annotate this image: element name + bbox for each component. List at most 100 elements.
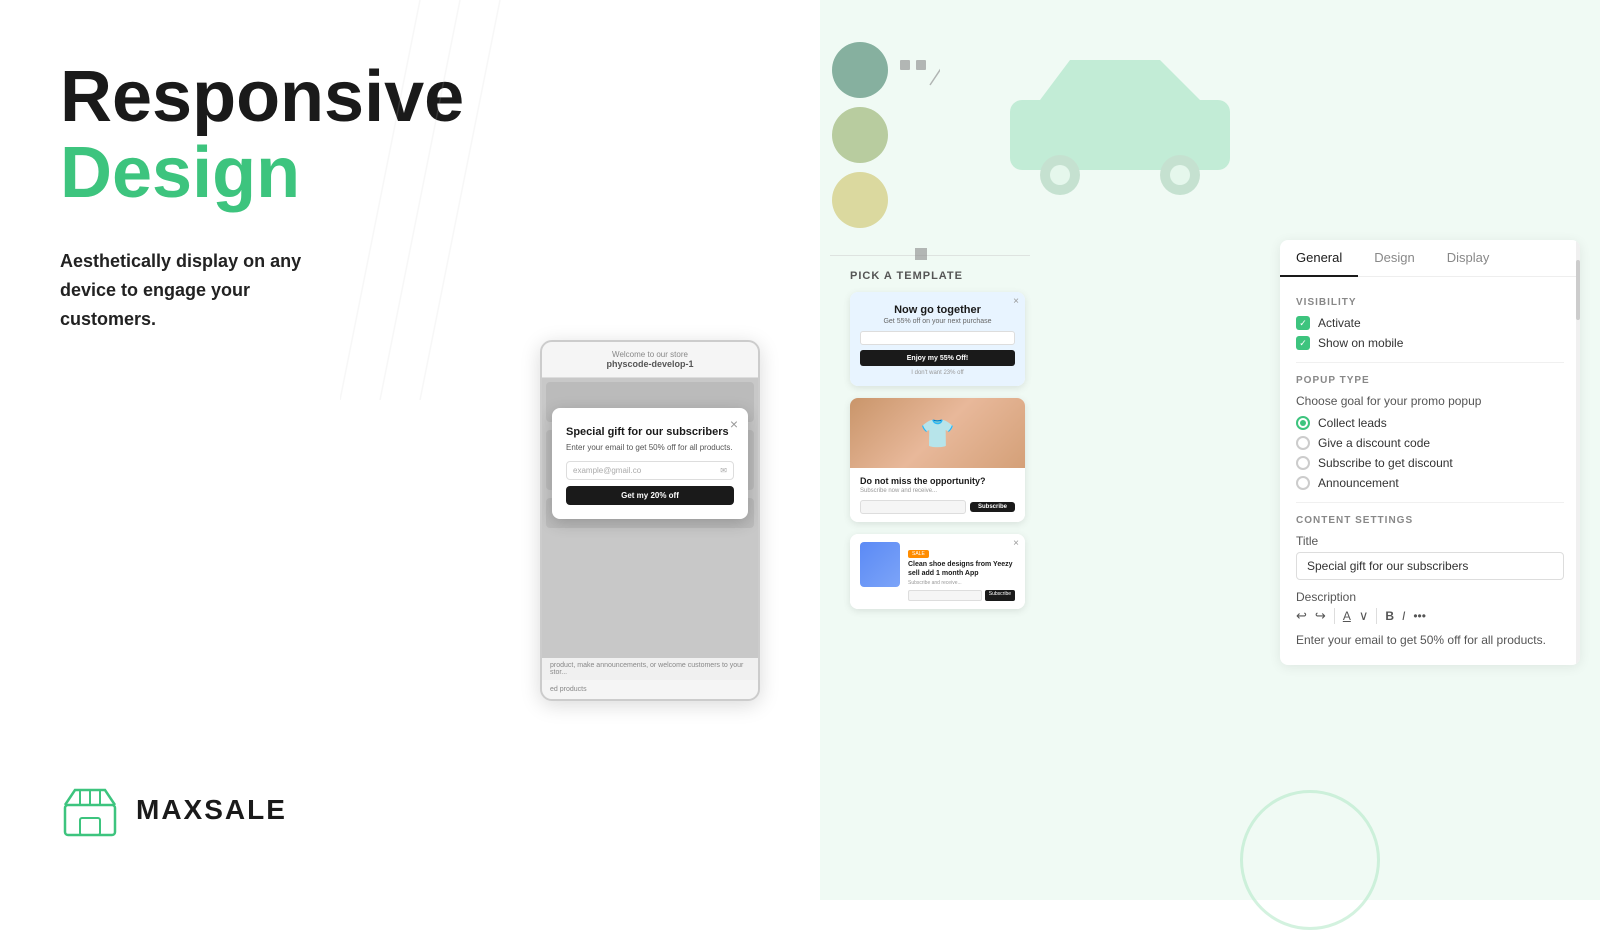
toolbar-divider-1 bbox=[1334, 608, 1335, 624]
scrollbar-thumb[interactable] bbox=[1576, 260, 1580, 320]
phone-footer: product, make announcements, or welcome … bbox=[542, 658, 758, 680]
content-settings-title: CONTENT SETTINGS bbox=[1296, 515, 1564, 526]
popup-type-description: Choose goal for your promo popup bbox=[1296, 394, 1564, 408]
square-indicator bbox=[915, 248, 927, 260]
radio-discount-code-label: Give a discount code bbox=[1318, 436, 1430, 450]
template-card-3-close[interactable]: × bbox=[1013, 538, 1019, 549]
store-url-display: physcode-develop-1 bbox=[552, 359, 748, 369]
phone-popup-close-icon[interactable]: × bbox=[730, 416, 738, 432]
deco-bottom-circle bbox=[1240, 790, 1380, 930]
logo-area: MAXSALE bbox=[60, 780, 287, 840]
phone-header: Welcome to our store physcode-develop-1 bbox=[542, 342, 758, 378]
title-field-label: Title bbox=[1296, 534, 1564, 548]
card3-input-row: Subscribe bbox=[908, 590, 1015, 601]
phone-popup-desc: Enter your email to get 50% off for all … bbox=[566, 442, 734, 453]
scrollbar-track bbox=[1576, 240, 1580, 665]
card3-sub: Subscribe and receive... bbox=[908, 580, 1015, 586]
show-mobile-checkbox[interactable]: ✓ bbox=[1296, 336, 1310, 350]
logo-text: MAXSALE bbox=[136, 794, 287, 826]
phone-mockup: Welcome to our store physcode-develop-1 … bbox=[540, 340, 760, 701]
card3-content: SALE Clean shoe designs from Yeezy sell … bbox=[908, 542, 1015, 601]
clothes-icon: 👕 bbox=[920, 417, 955, 450]
card3-submit-btn[interactable]: Subscribe bbox=[985, 590, 1015, 601]
radio-announcement-btn[interactable] bbox=[1296, 476, 1310, 490]
radio-announcement[interactable]: Announcement bbox=[1296, 476, 1564, 490]
deco-circles-svg bbox=[820, 30, 940, 230]
phone-popup-input[interactable]: example@gmail.co ✉ bbox=[566, 461, 734, 480]
settings-tabs: General Design Display bbox=[1280, 240, 1580, 277]
store-icon bbox=[60, 780, 120, 840]
description-toolbar: ↩ ↪ A ∨ B I ••• bbox=[1296, 608, 1564, 624]
card1-submit-btn[interactable]: Enjoy my 55% Off! bbox=[860, 350, 1015, 366]
divider-1 bbox=[1296, 362, 1564, 363]
card2-input-row: Subscribe bbox=[860, 500, 1015, 514]
tab-display[interactable]: Display bbox=[1431, 240, 1506, 277]
card1-email-input[interactable] bbox=[860, 331, 1015, 345]
tab-general[interactable]: General bbox=[1280, 240, 1358, 277]
phone-bottom-bar: ed products bbox=[542, 680, 758, 699]
radio-collect-leads-label: Collect leads bbox=[1318, 416, 1387, 430]
card2-body: Do not miss the opportunity? Subscribe n… bbox=[850, 468, 1025, 522]
template-section: PICK A TEMPLATE × Now go together Get 55… bbox=[840, 270, 1040, 609]
italic-btn[interactable]: I bbox=[1402, 609, 1405, 623]
activate-checkbox[interactable]: ✓ bbox=[1296, 316, 1310, 330]
radio-discount-code-btn[interactable] bbox=[1296, 436, 1310, 450]
store-name-display: Welcome to our store bbox=[552, 350, 748, 359]
title-field-input[interactable] bbox=[1296, 552, 1564, 580]
card2-inner: 👕 Do not miss the opportunity? Subscribe… bbox=[850, 398, 1025, 522]
template-card-3[interactable]: × SALE Clean shoe designs from Yeezy sel… bbox=[850, 534, 1025, 609]
template-card-1-close[interactable]: × bbox=[1013, 296, 1019, 307]
radio-subscribe-discount-btn[interactable] bbox=[1296, 456, 1310, 470]
redo-btn[interactable]: ↪ bbox=[1315, 608, 1326, 624]
template-card-2[interactable]: × 👕 Do not miss the opportunity? Subscri… bbox=[850, 398, 1025, 522]
phone-popup-submit-btn[interactable]: Get my 20% off bbox=[566, 486, 734, 505]
phone-popup-title: Special gift for our subscribers bbox=[566, 426, 734, 438]
phone-popup: × Special gift for our subscribers Enter… bbox=[552, 408, 748, 519]
card1-subtitle: Get 55% off on your next purchase bbox=[860, 318, 1015, 325]
card2-submit-btn[interactable]: Subscribe bbox=[970, 502, 1015, 512]
radio-discount-code[interactable]: Give a discount code bbox=[1296, 436, 1564, 450]
undo-btn[interactable]: ↩ bbox=[1296, 608, 1307, 624]
card2-sub: Subscribe now and receive... bbox=[860, 488, 1015, 494]
card3-email-input[interactable] bbox=[908, 590, 982, 601]
description-text: Enter your email to get 50% off for all … bbox=[1296, 632, 1564, 649]
card3-product-image bbox=[860, 542, 900, 587]
visibility-section-title: VISIBILITY bbox=[1296, 297, 1564, 308]
description-field-label: Description bbox=[1296, 590, 1564, 604]
show-mobile-label: Show on mobile bbox=[1318, 336, 1403, 350]
pick-template-label: PICK A TEMPLATE bbox=[840, 270, 1040, 282]
card3-sale-tag: SALE bbox=[908, 550, 929, 558]
phone-body: × Special gift for our subscribers Enter… bbox=[542, 378, 758, 658]
card3-inner: SALE Clean shoe designs from Yeezy sell … bbox=[850, 534, 1025, 609]
divider-2 bbox=[1296, 502, 1564, 503]
checkmark-icon-2: ✓ bbox=[1299, 338, 1307, 349]
activate-label: Activate bbox=[1318, 316, 1361, 330]
divider-line bbox=[830, 255, 1030, 256]
radio-collect-leads-btn[interactable] bbox=[1296, 416, 1310, 430]
card1-title: Now go together bbox=[860, 304, 1015, 316]
radio-subscribe-discount-label: Subscribe to get discount bbox=[1318, 456, 1453, 470]
settings-body: VISIBILITY ✓ Activate ✓ Show on mobile P… bbox=[1280, 277, 1580, 665]
more-options-btn[interactable]: ••• bbox=[1413, 609, 1426, 623]
template-cards: × Now go together Get 55% off on your ne… bbox=[840, 292, 1040, 609]
activate-checkbox-row[interactable]: ✓ Activate bbox=[1296, 316, 1564, 330]
settings-panel: General Design Display VISIBILITY ✓ Acti… bbox=[1280, 240, 1580, 665]
card1-inner: Now go together Get 55% off on your next… bbox=[850, 292, 1025, 386]
radio-subscribe-discount[interactable]: Subscribe to get discount bbox=[1296, 456, 1564, 470]
radio-collect-leads[interactable]: Collect leads bbox=[1296, 416, 1564, 430]
deco-car-svg bbox=[980, 20, 1280, 200]
phone-footer-text: product, make announcements, or welcome … bbox=[550, 662, 743, 676]
tab-design[interactable]: Design bbox=[1358, 240, 1430, 277]
template-card-1[interactable]: × Now go together Get 55% off on your ne… bbox=[850, 292, 1025, 386]
radio-announcement-label: Announcement bbox=[1318, 476, 1399, 490]
card2-email-input[interactable] bbox=[860, 500, 966, 514]
font-color-btn[interactable]: A bbox=[1343, 609, 1351, 623]
card2-image: 👕 bbox=[850, 398, 1025, 468]
card1-skip-link[interactable]: I don't want 23% off bbox=[860, 370, 1015, 376]
chevron-down-icon[interactable]: ∨ bbox=[1359, 608, 1369, 624]
bold-btn[interactable]: B bbox=[1385, 609, 1394, 623]
phone-popup-input-placeholder: example@gmail.co bbox=[573, 466, 641, 475]
radio-selected-indicator bbox=[1300, 420, 1306, 426]
email-icon: ✉ bbox=[720, 466, 727, 475]
show-mobile-checkbox-row[interactable]: ✓ Show on mobile bbox=[1296, 336, 1564, 350]
